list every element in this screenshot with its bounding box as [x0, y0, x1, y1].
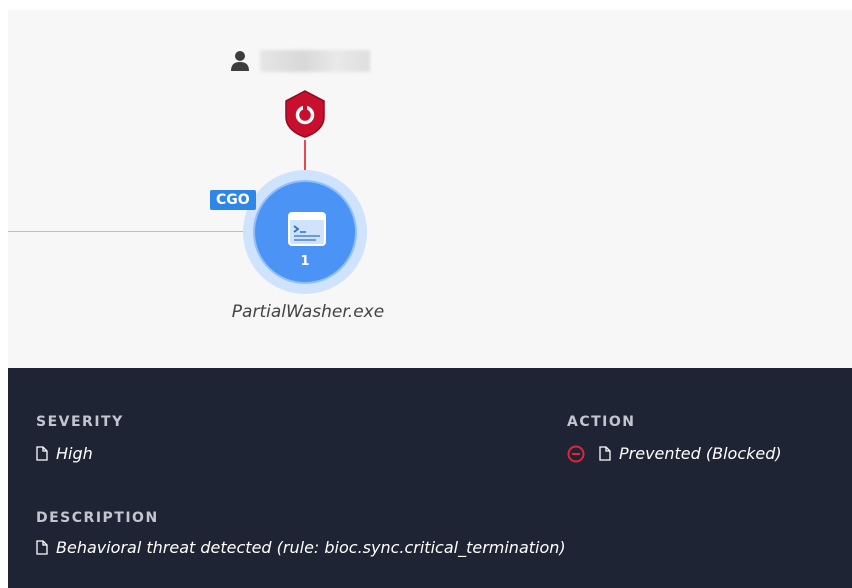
- severity-label: SEVERITY: [36, 414, 124, 430]
- action-text: Prevented (Blocked): [619, 444, 782, 463]
- causality-graph: ██████ 1 CGO PartialWasher.exe: [8, 10, 852, 368]
- severity-value: High: [36, 444, 93, 463]
- description-value: Behavioral threat detected (rule: bioc.s…: [36, 538, 566, 557]
- user-name: ██████: [260, 50, 370, 72]
- severity-text: High: [56, 444, 93, 463]
- document-icon: [599, 446, 611, 461]
- blocked-icon: [567, 445, 585, 462]
- alert-shield-icon[interactable]: [284, 90, 326, 138]
- user-icon: [231, 51, 249, 71]
- node-tag: CGO: [210, 190, 256, 210]
- process-name[interactable]: PartialWasher.exe: [168, 302, 448, 322]
- document-icon: [36, 446, 48, 461]
- document-icon: [36, 540, 48, 555]
- graph-edge-parent: [8, 231, 266, 232]
- node-count: 1: [300, 254, 310, 269]
- process-node[interactable]: 1: [253, 180, 357, 284]
- description-text: Behavioral threat detected (rule: bioc.s…: [56, 538, 566, 557]
- terminal-window-icon: [288, 212, 326, 246]
- description-label: DESCRIPTION: [36, 510, 159, 526]
- user-indicator[interactable]: ██████: [230, 50, 370, 72]
- alert-details-panel: SEVERITY High ACTION Prevented (Blocked)…: [8, 368, 852, 588]
- action-value: Prevented (Blocked): [567, 444, 782, 463]
- action-label: ACTION: [567, 414, 636, 430]
